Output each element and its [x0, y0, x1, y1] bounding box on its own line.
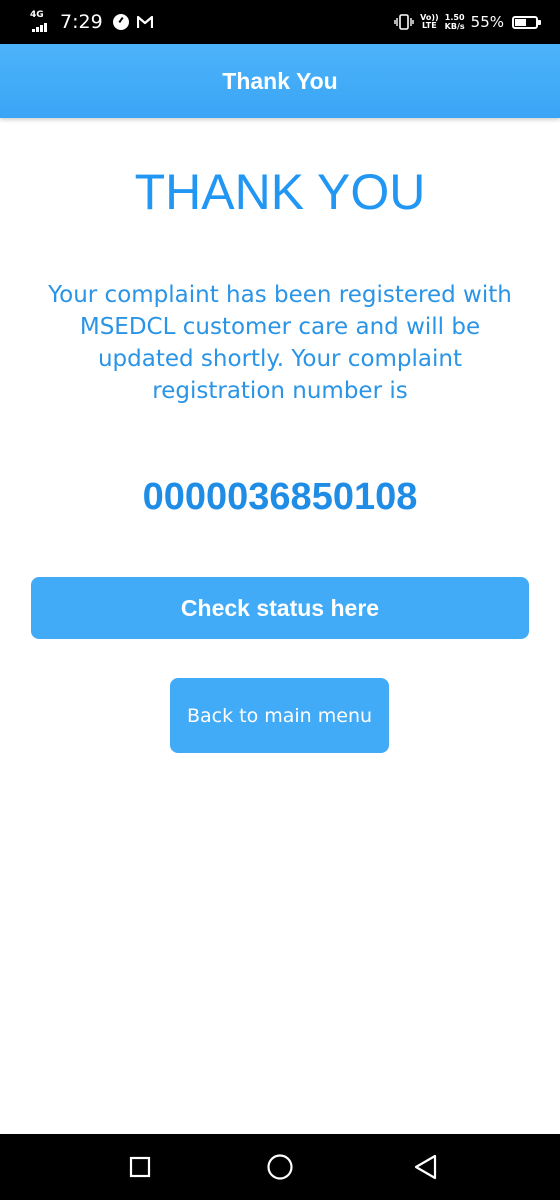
app-bar-title: Thank You: [222, 67, 338, 94]
confirmation-message: Your complaint has been registered with …: [48, 282, 512, 404]
network-speed: 1.50 KB/s: [445, 13, 465, 31]
home-button[interactable]: [240, 1134, 320, 1200]
back-icon: [414, 1154, 437, 1180]
vibrate-icon: [394, 14, 414, 30]
status-bar-left: 4G 7:29: [30, 0, 153, 44]
battery-fill: [515, 18, 526, 26]
recents-icon: [129, 1156, 151, 1178]
battery-percent: 55%: [470, 13, 504, 31]
page-heading: THANK YOU: [134, 164, 426, 220]
speed-value: 1.50: [444, 13, 465, 22]
app-bar: Thank You: [0, 44, 560, 118]
speed-unit: KB/s: [444, 22, 465, 31]
volte-bottom: LTE: [422, 21, 437, 30]
battery-icon: [512, 15, 541, 29]
back-button[interactable]: [386, 1134, 466, 1200]
status-time: 7:29: [60, 11, 103, 33]
speed-dial-icon: [112, 14, 129, 30]
mail-icon: [136, 15, 153, 28]
signal-icon: 4G: [30, 11, 52, 33]
registration-number: 0000036850108: [142, 476, 418, 518]
status-bar: 4G 7:29 Vo)) LTE 1.50 KB/s 55%: [0, 0, 560, 44]
navigation-bar: [0, 1134, 560, 1200]
back-to-main-menu-button[interactable]: Back to main menu: [170, 678, 389, 753]
network-type: 4G: [30, 10, 44, 20]
status-bar-right: Vo)) LTE 1.50 KB/s 55%: [394, 0, 541, 44]
check-status-button[interactable]: Check status here: [31, 577, 529, 639]
volte-indicator: Vo)) LTE: [420, 14, 439, 30]
home-icon: [267, 1154, 293, 1180]
recents-button[interactable]: [100, 1134, 180, 1200]
